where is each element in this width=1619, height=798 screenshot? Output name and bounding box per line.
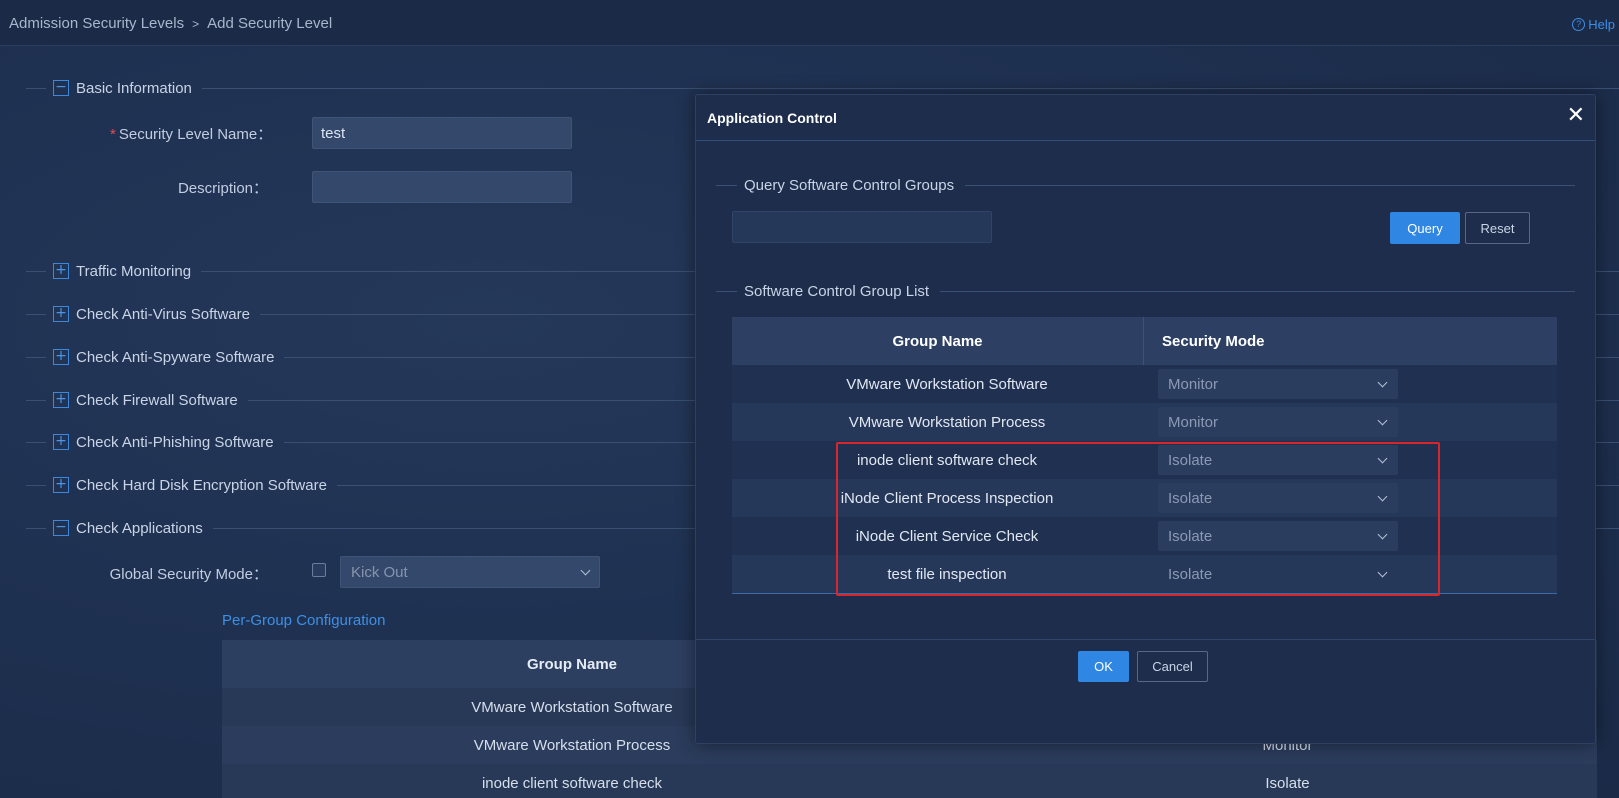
global-security-mode-value: Kick Out <box>351 563 408 581</box>
column-header-security-mode: Security Mode <box>1162 332 1265 350</box>
table-row: VMware Workstation Process Monitor <box>732 403 1557 441</box>
security-mode-select[interactable]: Monitor <box>1158 407 1398 437</box>
section-title[interactable]: Check Firewall Software <box>76 392 248 409</box>
application-control-dialog: Application Control ✕ Query Software Con… <box>695 94 1596 744</box>
dialog-header: Application Control ✕ <box>696 95 1595 141</box>
security-mode-value: Monitor <box>1168 375 1219 393</box>
query-section: Query Software Control Groups <box>716 175 1575 195</box>
expand-icon[interactable]: + <box>53 434 69 450</box>
collapse-icon[interactable]: − <box>53 80 69 96</box>
query-button[interactable]: Query <box>1390 212 1460 244</box>
section-title[interactable]: Check Hard Disk Encryption Software <box>76 477 337 494</box>
global-security-mode-checkbox[interactable] <box>312 563 326 577</box>
help-link[interactable]: ? Help <box>1572 17 1615 32</box>
table-row: VMware Workstation Software Monitor <box>732 365 1557 403</box>
group-name-cell: inode client software check <box>481 774 663 792</box>
description-input[interactable] <box>312 171 572 203</box>
section-title[interactable]: Check Anti-Phishing Software <box>76 434 284 451</box>
expand-icon[interactable]: + <box>53 306 69 322</box>
section-title[interactable]: Check Applications <box>76 520 213 537</box>
column-header-group-name: Group Name <box>732 317 1144 365</box>
reset-button[interactable]: Reset <box>1465 212 1530 244</box>
section-title: Basic Information <box>76 79 192 97</box>
group-name-cell: VMware Workstation Process <box>848 413 1046 431</box>
help-label: Help <box>1588 17 1615 32</box>
breadcrumb-separator: > <box>192 17 200 31</box>
question-circle-icon: ? <box>1572 18 1586 31</box>
section-title: Query Software Control Groups <box>744 176 955 194</box>
security-level-name-label-text: Security Level Name： <box>118 126 273 143</box>
chevron-down-icon <box>1377 377 1388 387</box>
red-highlight-box <box>836 442 1440 596</box>
section-title[interactable]: Check Anti-Spyware Software <box>76 349 284 366</box>
close-icon[interactable]: ✕ <box>1567 105 1585 127</box>
footer-divider <box>696 639 1595 640</box>
ok-button[interactable]: OK <box>1078 651 1129 682</box>
section-title: Software Control Group List <box>744 282 930 300</box>
global-security-mode-select[interactable]: Kick Out <box>340 556 600 588</box>
dialog-title: Application Control <box>707 110 837 126</box>
breadcrumb-parent[interactable]: Admission Security Levels <box>9 15 184 32</box>
security-level-name-input[interactable]: test <box>312 117 572 149</box>
group-name-cell: VMware Workstation Software <box>846 375 1048 393</box>
section-title[interactable]: Check Anti-Virus Software <box>76 306 260 323</box>
security-mode-select[interactable]: Monitor <box>1158 369 1398 399</box>
table-row: inode client software check Isolate <box>222 764 1597 798</box>
breadcrumb-current: Add Security Level <box>207 15 333 32</box>
required-asterisk: * <box>110 126 116 143</box>
list-section: Software Control Group List <box>716 281 1575 301</box>
top-bar: Admission Security Levels > Add Security L… <box>0 0 1619 46</box>
table-header: Group Name Security Mode <box>732 317 1557 365</box>
cancel-button[interactable]: Cancel <box>1137 651 1208 682</box>
expand-icon[interactable]: + <box>53 349 69 365</box>
query-input[interactable] <box>732 211 992 243</box>
per-group-configuration-link[interactable]: Per-Group Configuration <box>222 612 385 629</box>
breadcrumb: Admission Security Levels > Add Security L… <box>9 15 332 32</box>
description-label: Description： <box>177 180 268 197</box>
section-title[interactable]: Traffic Monitoring <box>76 263 201 280</box>
global-security-mode-label: Global Security Mode： <box>109 566 268 583</box>
expand-icon[interactable]: + <box>53 263 69 279</box>
chevron-down-icon <box>580 565 591 575</box>
expand-icon[interactable]: + <box>53 477 69 493</box>
mode-cell: Isolate <box>1265 774 1310 792</box>
chevron-down-icon <box>1377 415 1388 425</box>
expand-icon[interactable]: + <box>53 392 69 408</box>
security-mode-value: Monitor <box>1168 413 1219 431</box>
collapse-icon[interactable]: − <box>53 520 69 536</box>
security-level-name-label: * Security Level Name： <box>110 123 272 144</box>
